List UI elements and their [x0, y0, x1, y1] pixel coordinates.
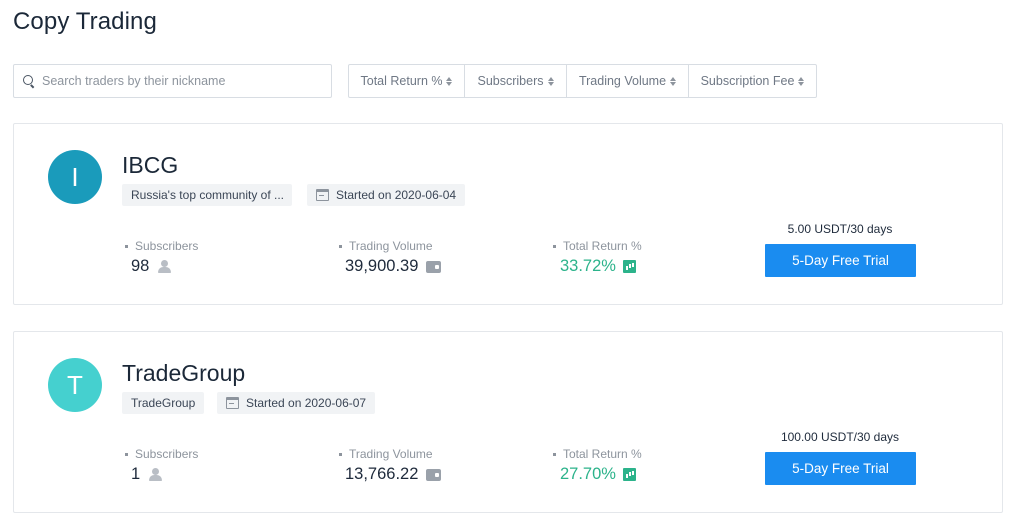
sort-arrows-icon — [670, 76, 677, 86]
trader-description-tag: Russia's top community of ... — [122, 184, 292, 206]
total-return-percent: 27.70% — [560, 465, 616, 483]
sort-subscription-fee-button[interactable]: Subscription Fee — [689, 65, 816, 97]
trading-volume-label-text: Trading Volume — [349, 239, 433, 253]
subscribers-count: 1 — [131, 465, 141, 483]
start-date: Started on 2020-06-07 — [246, 396, 367, 410]
search-input[interactable] — [42, 74, 322, 88]
trading-volume-value: 13,766.22 — [345, 465, 442, 484]
free-trial-button[interactable]: 5-Day Free Trial — [765, 244, 916, 277]
trading-volume-label-text: Trading Volume — [349, 447, 433, 461]
total-return-label-text: Total Return % — [563, 447, 642, 461]
sort-arrows-icon — [798, 76, 805, 86]
sort-label: Trading Volume — [578, 74, 667, 88]
subscribers-count: 98 — [131, 257, 150, 275]
trader-description: Russia's top community of ... — [131, 188, 285, 202]
wallet-icon — [426, 260, 442, 273]
trader-description: TradeGroup — [131, 396, 196, 410]
chart-icon — [622, 468, 636, 481]
calendar-icon — [316, 189, 329, 201]
trader-name[interactable]: IBCG — [122, 152, 178, 179]
trader-name[interactable]: TradeGroup — [122, 360, 245, 387]
user-icon — [149, 468, 163, 481]
trading-volume-label: Trading Volume — [339, 447, 433, 461]
start-date: Started on 2020-06-04 — [336, 188, 457, 202]
subscribers-label-text: Subscribers — [135, 239, 199, 253]
subscribers-label-text: Subscribers — [135, 447, 199, 461]
trader-card[interactable]: T TradeGroup TradeGroup Started on 2020-… — [13, 331, 1003, 513]
total-return-label-text: Total Return % — [563, 239, 642, 253]
avatar: I — [48, 150, 102, 204]
subscribers-label: Subscribers — [125, 447, 198, 461]
sort-trading-volume-button[interactable]: Trading Volume — [567, 65, 689, 97]
search-icon — [23, 74, 36, 88]
sort-label: Subscribers — [477, 74, 544, 88]
subscribers-value: 1 — [131, 465, 163, 484]
free-trial-button[interactable]: 5-Day Free Trial — [765, 452, 916, 485]
page-title: Copy Trading — [13, 8, 157, 35]
sort-total-return-button[interactable]: Total Return % — [349, 65, 465, 97]
start-date-tag: Started on 2020-06-04 — [307, 184, 466, 206]
sort-label: Total Return % — [360, 74, 443, 88]
total-return-value: 27.70% — [560, 465, 636, 484]
sort-label: Subscription Fee — [700, 74, 795, 88]
total-return-percent: 33.72% — [560, 257, 616, 275]
subscribers-label: Subscribers — [125, 239, 198, 253]
wallet-icon — [426, 468, 442, 481]
sort-arrows-icon — [446, 76, 453, 86]
trading-volume-value: 39,900.39 — [345, 257, 442, 276]
sort-arrows-icon — [547, 76, 554, 86]
trading-volume-amount: 13,766.22 — [345, 465, 419, 483]
trader-description-tag: TradeGroup — [122, 392, 205, 414]
trader-card[interactable]: I IBCG Russia's top community of ... Sta… — [13, 123, 1003, 305]
avatar: T — [48, 358, 102, 412]
total-return-value: 33.72% — [560, 257, 636, 276]
trading-volume-label: Trading Volume — [339, 239, 433, 253]
calendar-icon — [226, 397, 239, 409]
user-icon — [158, 260, 172, 273]
subscription-fee: 5.00 USDT/30 days — [787, 222, 893, 236]
total-return-label: Total Return % — [553, 447, 642, 461]
trading-volume-amount: 39,900.39 — [345, 257, 419, 275]
sort-subscribers-button[interactable]: Subscribers — [465, 65, 567, 97]
chart-icon — [622, 260, 636, 273]
subscription-fee: 100.00 USDT/30 days — [780, 430, 900, 444]
sort-options: Total Return % Subscribers Trading Volum… — [348, 64, 817, 98]
subscribers-value: 98 — [131, 257, 172, 276]
search-box[interactable] — [13, 64, 332, 98]
total-return-label: Total Return % — [553, 239, 642, 253]
start-date-tag: Started on 2020-06-07 — [217, 392, 376, 414]
